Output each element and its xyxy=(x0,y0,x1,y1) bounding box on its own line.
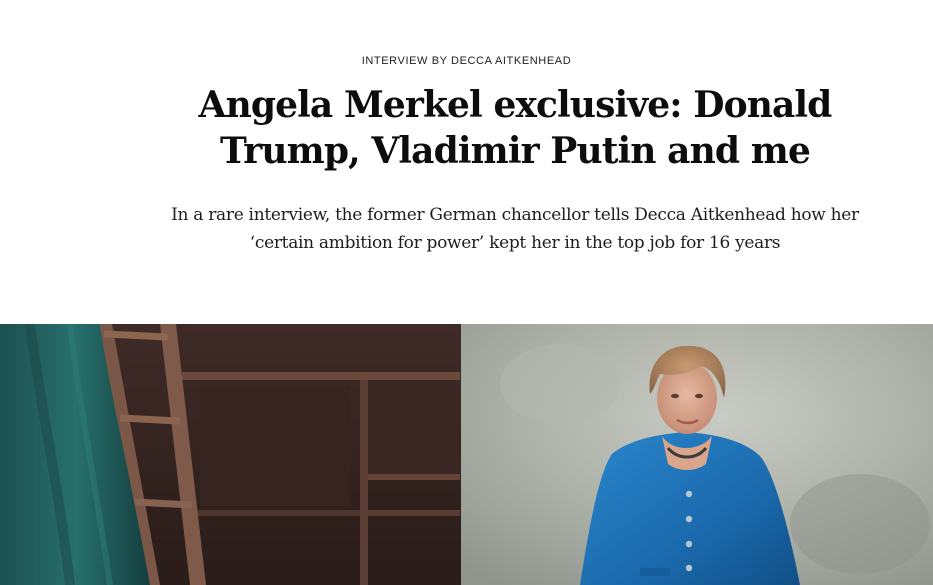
article-header: INTERVIEW BY DECCA AITKENHEAD Angela Mer… xyxy=(0,0,933,324)
article-page: INTERVIEW BY DECCA AITKENHEAD Angela Mer… xyxy=(0,0,933,585)
article-standfirst: In a rare interview, the former German c… xyxy=(171,205,859,253)
article-headline: Angela Merkel exclusive: Donald Trump, V… xyxy=(198,84,833,172)
byline-kicker: INTERVIEW BY DECCA AITKENHEAD xyxy=(361,55,572,67)
portrait-photo-illustration xyxy=(0,324,933,585)
hero-photo xyxy=(0,324,933,585)
